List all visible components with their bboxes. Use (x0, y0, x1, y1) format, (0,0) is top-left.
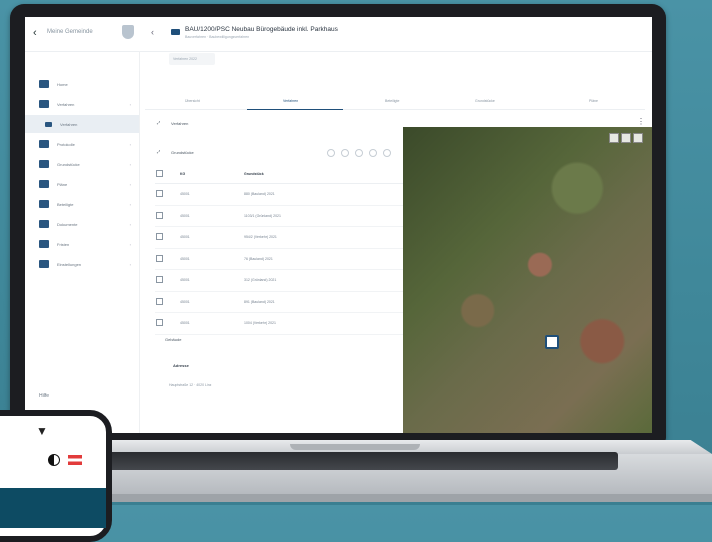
phone-device: ▼ (0, 410, 112, 542)
app-screen: ‹ Meine Gemeinde ‹ BAU/1200/PSC Neubau B… (25, 17, 652, 433)
tab-plaene[interactable]: Pläne (589, 99, 598, 103)
sidebar-item-home[interactable]: Home (25, 75, 139, 93)
table-row[interactable]: 45001 891 (Bauland) 2021 (155, 291, 413, 313)
active-tab-indicator (247, 109, 343, 110)
table-row[interactable]: 45001 880 (Bauland) 2021 (155, 183, 413, 206)
expand-icon[interactable]: ⤢ (157, 149, 160, 154)
row-checkbox[interactable] (156, 276, 163, 284)
tab-uebersicht[interactable]: Übersicht (185, 99, 200, 103)
row-checkbox[interactable] (156, 297, 163, 305)
help-link[interactable]: Hilfe (39, 393, 49, 399)
settings-icon (39, 260, 49, 268)
map-layers-icon[interactable] (609, 133, 619, 143)
map-close-icon[interactable] (633, 133, 643, 143)
sidebar-item-verfahren[interactable]: Verfahren › (25, 95, 139, 113)
aerial-map[interactable] (403, 127, 652, 433)
expand-icon[interactable]: ⤢ (157, 120, 160, 125)
top-bar: ‹ Meine Gemeinde ‹ BAU/1200/PSC Neubau B… (25, 17, 652, 52)
back-arrow-icon[interactable]: ‹ (33, 27, 37, 39)
tab-beteiligte[interactable]: Beteiligte (385, 99, 399, 103)
row-checkbox[interactable] (156, 233, 163, 241)
list-icon (45, 121, 52, 127)
cell-kg: 45001 (179, 183, 243, 206)
plan-icon (39, 180, 49, 188)
municipality-crest-icon (122, 25, 134, 39)
row-checkbox[interactable] (156, 319, 163, 327)
home-icon (39, 80, 49, 88)
edit-icon[interactable] (369, 149, 377, 157)
tab-grundstuecke[interactable]: Grundstücke (475, 99, 495, 103)
phone-toolbar (48, 454, 82, 466)
phone-header-bar (0, 488, 106, 528)
wifi-icon: ▼ (36, 424, 48, 438)
keyboard (88, 452, 618, 470)
sidebar-item-einstellungen[interactable]: Einstellungen › (25, 255, 139, 273)
column-header-kg: KG (179, 165, 243, 184)
panel-title-verfahren: Verfahren (171, 121, 189, 126)
project-subtitle: Bauverfahren · Baubewilligungsverfahren (185, 35, 250, 39)
map-fullscreen-icon[interactable] (621, 133, 631, 143)
collapse-icon[interactable]: ‹ (151, 27, 154, 37)
download-icon[interactable] (355, 149, 363, 157)
cell-kg: 45001 (179, 226, 243, 249)
panel-title-grundstuecke: Grundstücke (171, 150, 194, 155)
table-row[interactable]: 45001 1103/1 (Grünland) 2021 (155, 205, 413, 227)
cell-kg: 45001 (179, 291, 243, 313)
project-field[interactable]: Verfahren 2022 (169, 53, 215, 65)
cell-kg: 45001 (179, 269, 243, 292)
panel-title-gebaeude: Gebäude (165, 337, 182, 342)
more-menu-icon[interactable]: ⋮ (637, 117, 645, 126)
map-location-marker[interactable] (545, 335, 559, 349)
table-row[interactable]: 45001 954/2 (Verkehr) 2021 (155, 226, 413, 249)
column-header-grundstueck: Grundstück (243, 165, 413, 184)
protocol-icon (39, 140, 49, 148)
address-value: Hauptstraße 12 · 4020 Linz (169, 383, 212, 387)
cell-kg: 45001 (179, 205, 243, 227)
cell-grundstueck: 880 (Bauland) 2021 (243, 183, 413, 206)
row-checkbox[interactable] (156, 190, 163, 198)
project-title: BAU/1200/PSC Neubau Bürogebäude inkl. Pa… (185, 26, 338, 33)
select-all-checkbox[interactable] (156, 170, 163, 177)
cell-grundstueck: 1103/1 (Grünland) 2021 (243, 205, 413, 227)
cell-grundstueck: 312 (Grünland) 2021 (243, 269, 413, 292)
people-icon (39, 200, 49, 208)
laptop-lid: ‹ Meine Gemeinde ‹ BAU/1200/PSC Neubau B… (10, 4, 666, 442)
table-row[interactable]: 45001 76 (Bauland) 2021 (155, 248, 413, 270)
folder-icon (39, 100, 49, 108)
back-label[interactable]: Meine Gemeinde (47, 29, 93, 35)
cell-grundstueck: 954/2 (Verkehr) 2021 (243, 226, 413, 249)
cell-kg: 45001 (179, 248, 243, 270)
sidebar: Home Verfahren › Verfahren Protokolle › Gr… (25, 51, 140, 433)
add-icon[interactable] (327, 149, 335, 157)
cell-kg: 45001 (179, 312, 243, 335)
lid-notch (290, 444, 420, 450)
pen-icon (39, 240, 49, 248)
tab-bar: Übersicht Verfahren Beteiligte Grundstüc… (145, 95, 645, 110)
table-row[interactable]: 45001 312 (Grünland) 2021 (155, 269, 413, 292)
cell-grundstueck: 1004 (Verkehr) 2021 (243, 312, 413, 335)
sidebar-item-protokolle[interactable]: Protokolle › (25, 135, 139, 153)
row-checkbox[interactable] (156, 211, 163, 219)
contrast-icon[interactable] (48, 454, 60, 466)
sidebar-item-dokumente[interactable]: Dokumente › (25, 215, 139, 233)
upload-icon[interactable] (341, 149, 349, 157)
sidebar-item-verfahren-active[interactable]: Verfahren (25, 115, 139, 133)
row-checkbox[interactable] (156, 254, 163, 262)
address-label: Adresse (173, 363, 189, 368)
delete-icon[interactable] (383, 149, 391, 157)
folder-icon (171, 29, 180, 35)
sidebar-item-beteiligte[interactable]: Beteiligte › (25, 195, 139, 213)
cell-grundstueck: 76 (Bauland) 2021 (243, 248, 413, 270)
sidebar-item-fristen[interactable]: Fristen › (25, 235, 139, 253)
table-row[interactable]: 45001 1004 (Verkehr) 2021 (155, 312, 413, 335)
document-icon (39, 220, 49, 228)
sidebar-item-plaene[interactable]: Pläne › (25, 175, 139, 193)
parcel-icon (39, 160, 49, 168)
table-header-row: KG Grundstück (155, 165, 413, 184)
parcel-table: KG Grundstück 45001 880 (Bauland) 2021 45… (155, 165, 413, 335)
sidebar-item-grundstuecke[interactable]: Grundstücke › (25, 155, 139, 173)
cell-grundstueck: 891 (Bauland) 2021 (243, 291, 413, 313)
austria-flag-icon[interactable] (68, 455, 82, 465)
tab-verfahren[interactable]: Verfahren (283, 99, 298, 103)
